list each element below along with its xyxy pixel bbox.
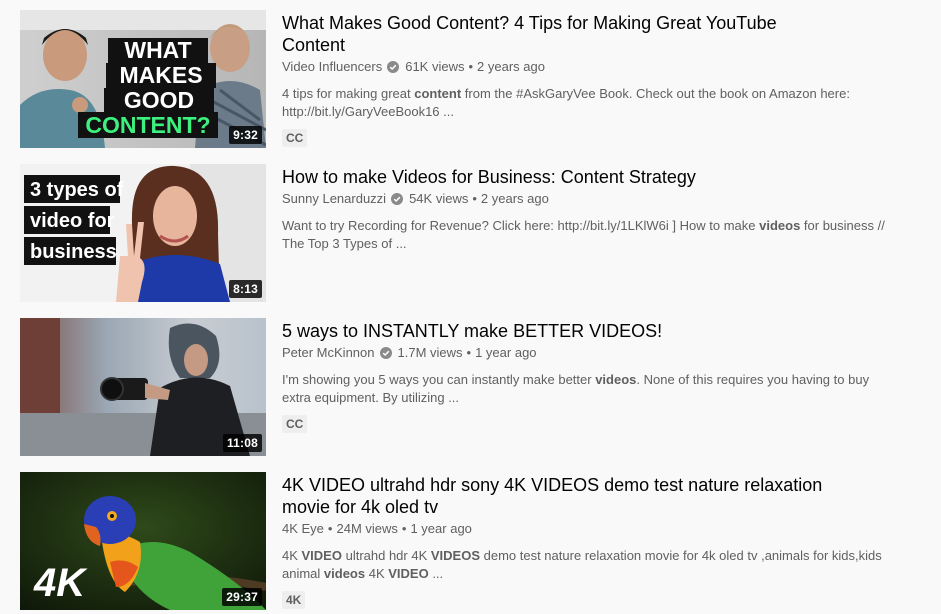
title-line: What Makes Good Content? 4 Tips for Maki…	[282, 13, 777, 33]
video-info: 5 ways to INSTANTLY make BETTER VIDEOS! …	[282, 318, 902, 433]
desc-text: Want to try Recording for Revenue? Click…	[282, 218, 760, 233]
video-title[interactable]: 5 ways to INSTANTLY make BETTER VIDEOS!	[282, 320, 902, 342]
verified-check-icon	[379, 347, 392, 359]
desc-highlight: content	[414, 86, 462, 101]
thumb-text-line: CONTENT?	[85, 112, 210, 138]
video-description: 4K VIDEO ultrahd hdr 4K VIDEOS demo test…	[282, 547, 902, 583]
cc-badge: CC	[282, 129, 308, 147]
desc-text: ...	[428, 566, 444, 581]
desc-highlight: videos	[323, 566, 366, 581]
title-line: movie for 4k oled tv	[282, 497, 439, 517]
desc-text: extra equipment. By utilizing ...	[282, 390, 460, 405]
desc-text: 4K	[365, 566, 389, 581]
desc-text: I'm showing you 5 ways you can instantly…	[282, 372, 596, 387]
video-title[interactable]: 4K VIDEO ultrahd hdr sony 4K VIDEOS demo…	[282, 474, 902, 518]
duration-badge: 9:32	[229, 126, 262, 144]
verified-check-icon	[387, 61, 400, 73]
desc-text: animal	[282, 566, 324, 581]
desc-text: The Top 3 Types of ...	[282, 236, 407, 251]
separator: •	[472, 191, 477, 206]
video-description: 4 tips for making great content from the…	[282, 85, 902, 121]
title-line: How to make Videos for Business: Content…	[282, 167, 696, 187]
video-thumbnail[interactable]: 4K 29:37	[20, 472, 266, 610]
video-title[interactable]: What Makes Good Content? 4 Tips for Maki…	[282, 12, 902, 56]
verified-check-icon	[391, 193, 404, 205]
video-result: 3 types of video for business 8:13 How t…	[20, 164, 920, 302]
video-meta: 4K Eye • 24M views • 1 year ago	[282, 520, 902, 538]
channel-name[interactable]: 4K Eye	[282, 520, 324, 538]
desc-text: ultrahd hdr 4K	[341, 548, 431, 563]
thumb-text-line: business	[30, 241, 117, 263]
video-info: 4K VIDEO ultrahd hdr sony 4K VIDEOS demo…	[282, 472, 902, 609]
thumb-text-line: video for	[30, 210, 115, 232]
title-line: 5 ways to INSTANTLY make BETTER VIDEOS!	[282, 321, 663, 341]
search-results-list: WHAT MAKES GOOD CONTENT? 9:32 What Makes…	[0, 0, 941, 614]
desc-highlight: VIDEO	[388, 566, 429, 581]
video-meta: Sunny Lenarduzzi 54K views • 2 years ago	[282, 190, 902, 208]
desc-highlight: videos	[759, 218, 801, 233]
upload-age: 1 year ago	[475, 345, 537, 360]
thumb-text-line: GOOD	[124, 87, 194, 113]
thumb-text-line: WHAT	[124, 37, 191, 63]
cc-badge: CC	[282, 415, 308, 433]
desc-text: for business //	[800, 218, 885, 233]
duration-badge: 29:37	[222, 588, 262, 606]
channel-name[interactable]: Video Influencers	[282, 58, 382, 76]
video-info: What Makes Good Content? 4 Tips for Maki…	[282, 10, 902, 147]
video-description: I'm showing you 5 ways you can instantly…	[282, 371, 902, 407]
view-count: 24M views	[336, 521, 398, 536]
separator: •	[327, 521, 333, 536]
video-thumbnail[interactable]: WHAT MAKES GOOD CONTENT? 9:32	[20, 10, 266, 148]
video-result: WHAT MAKES GOOD CONTENT? 9:32 What Makes…	[20, 10, 920, 148]
duration-badge: 8:13	[229, 280, 262, 298]
desc-highlight: videos	[595, 372, 637, 387]
desc-text: . None of this requires you having to bu…	[636, 372, 870, 387]
video-meta: Video Influencers 61K views • 2 years ag…	[282, 58, 902, 76]
upload-age: 1 year ago	[410, 521, 472, 536]
video-result: 4K 29:37 4K VIDEO ultrahd hdr sony 4K VI…	[20, 472, 920, 610]
desc-text: 4 tips for making great	[282, 86, 415, 101]
upload-age: 2 years ago	[477, 59, 545, 74]
video-meta: Peter McKinnon 1.7M views • 1 year ago	[282, 344, 902, 362]
quality-badge: 4K	[282, 591, 306, 609]
desc-text: demo test nature relaxation movie for 4k…	[480, 548, 882, 563]
view-count: 54K views	[409, 191, 469, 206]
view-count: 61K views	[405, 59, 465, 74]
separator: •	[466, 345, 472, 360]
upload-age: 2 years ago	[480, 191, 549, 206]
title-line: 4K VIDEO ultrahd hdr sony 4K VIDEOS demo…	[282, 475, 823, 495]
duration-badge: 11:08	[222, 434, 262, 452]
video-title[interactable]: How to make Videos for Business: Content…	[282, 166, 902, 188]
separator: •	[401, 521, 407, 536]
video-description: Want to try Recording for Revenue? Click…	[282, 217, 902, 253]
video-thumbnail[interactable]: 3 types of video for business 8:13	[20, 164, 266, 302]
thumb-text-line: MAKES	[119, 62, 202, 88]
channel-name[interactable]: Sunny Lenarduzzi	[282, 190, 386, 208]
desc-highlight: VIDEO	[301, 548, 342, 563]
view-count: 1.7M views	[397, 345, 463, 360]
separator: •	[468, 59, 474, 74]
desc-highlight: VIDEOS	[430, 548, 480, 563]
channel-name[interactable]: Peter McKinnon	[282, 344, 375, 362]
desc-text: http://bit.ly/GaryVeeBook16 ...	[282, 104, 454, 119]
desc-text: from the #AskGaryVee Book. Check out the…	[461, 86, 850, 101]
desc-text: 4K	[282, 548, 302, 563]
title-line: Content	[282, 35, 346, 55]
thumb-text-line: 3 types of	[30, 179, 124, 201]
video-thumbnail[interactable]: 11:08	[20, 318, 266, 456]
video-info: How to make Videos for Business: Content…	[282, 164, 902, 253]
video-result: 11:08 5 ways to INSTANTLY make BETTER VI…	[20, 318, 920, 456]
thumb-text-line: 4K	[33, 561, 88, 605]
